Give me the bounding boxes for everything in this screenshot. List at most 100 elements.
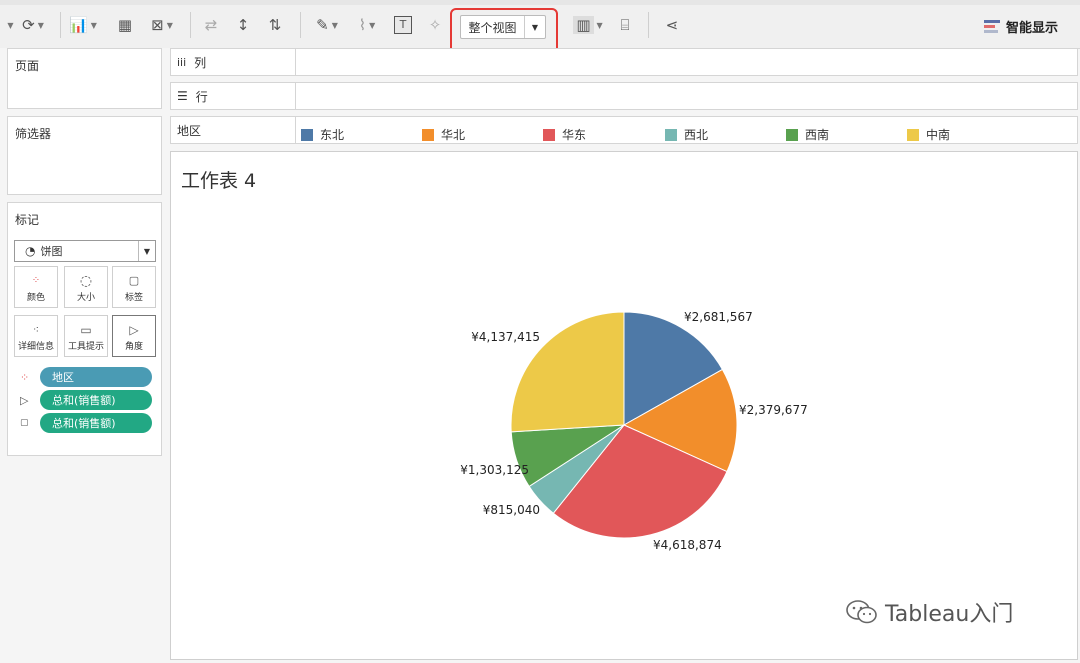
- pin-icon[interactable]: ✧: [424, 12, 446, 38]
- data-label: ¥2,681,567: [684, 310, 753, 324]
- columns-shelf-label: iii 列: [171, 49, 296, 75]
- title-strip: [0, 0, 1080, 5]
- sum-sales-label-pill[interactable]: 总和(销售额): [40, 413, 152, 433]
- detail-button-label: 详细信息: [17, 341, 54, 352]
- legend-swatch: [301, 128, 313, 141]
- rows-icon: ☰: [177, 89, 188, 103]
- columns-label: 列: [194, 55, 207, 70]
- columns-shelf[interactable]: iii 列: [170, 48, 1078, 76]
- data-label: ¥1,303,125: [460, 463, 529, 477]
- tooltip-button[interactable]: ▭ 工具提示: [64, 315, 108, 357]
- mark-pill-region[interactable]: ⁘ 地区: [20, 367, 152, 387]
- highlight-icon[interactable]: ✎ ▼: [310, 12, 344, 38]
- data-label: ¥4,618,874: [653, 538, 722, 552]
- smart-show-icon: [984, 18, 1000, 35]
- legend-label: 西北: [684, 128, 709, 142]
- worksheet-view: 工作表 4 ¥2,681,567 ¥2,379,677 ¥4,618,874 ¥815…: [170, 151, 1078, 660]
- pie-icon: ◔: [25, 244, 36, 258]
- show-cards-icon[interactable]: ▥ ▼: [570, 12, 606, 38]
- angle-button-label: 角度: [124, 341, 143, 352]
- data-label: ¥4,137,415: [471, 330, 540, 344]
- legend-label: 华北: [441, 128, 466, 142]
- smart-show-label: 智能显示: [1006, 20, 1059, 36]
- share-icon[interactable]: ⋖: [660, 12, 684, 38]
- data-label: ¥2,379,677: [739, 403, 808, 417]
- legend-item[interactable]: 华东: [543, 126, 586, 143]
- color-button-label: 颜色: [26, 292, 45, 303]
- pages-card[interactable]: 页面: [7, 48, 162, 109]
- angle-button[interactable]: ▷ 角度: [112, 315, 156, 357]
- toolbar-separator: [648, 12, 649, 38]
- smart-show-button[interactable]: 智能显示: [984, 16, 1058, 36]
- wechat-icon: [846, 600, 877, 624]
- legend-item[interactable]: 西北: [665, 126, 708, 143]
- mark-pill-angle[interactable]: ▷ 总和(销售额): [20, 390, 152, 410]
- color-legend: 地区 东北 华北 华东 西北 西南 中南: [170, 116, 1078, 144]
- legend-item[interactable]: 中南: [907, 126, 950, 143]
- show-labels-icon[interactable]: T: [390, 12, 416, 38]
- left-panel: 页面 筛选器 标记 ◔ 饼图 ▼ ⁘ 颜色 ◌ 大小 ▢ 标签 ⁖ 详细信息 ▭…: [0, 48, 170, 663]
- label-icon: ▢: [20, 418, 29, 428]
- color-dots-icon: ⁘: [20, 370, 30, 384]
- rows-shelf[interactable]: ☰ 行: [170, 82, 1078, 110]
- filters-card[interactable]: 筛选器: [7, 116, 162, 195]
- legend-title: 地区: [171, 117, 296, 143]
- legend-swatch: [786, 128, 798, 141]
- marks-title: 标记: [15, 213, 40, 227]
- legend-swatch: [907, 128, 919, 141]
- legend-swatch: [665, 128, 677, 141]
- columns-icon: iii: [177, 55, 187, 69]
- legend-label: 东北: [320, 128, 345, 142]
- chevron-down-icon: ▼: [138, 241, 155, 261]
- label-button-label: 标签: [124, 292, 143, 303]
- filters-title: 筛选器: [15, 127, 52, 141]
- color-button[interactable]: ⁘ 颜色: [14, 266, 58, 308]
- toolbar-separator: [60, 12, 61, 38]
- angle-icon: ▷: [129, 322, 139, 337]
- sort-ascending-icon[interactable]: ↕: [230, 12, 256, 38]
- swap-icon[interactable]: ⇄: [198, 12, 224, 38]
- detail-button[interactable]: ⁖ 详细信息: [14, 315, 58, 357]
- legend-label: 华东: [562, 128, 587, 142]
- duplicate-sheet-icon[interactable]: ▦: [112, 12, 138, 38]
- legend-swatch: [543, 128, 555, 141]
- marks-card: 标记 ◔ 饼图 ▼ ⁘ 颜色 ◌ 大小 ▢ 标签 ⁖ 详细信息 ▭ 工具提示 ▷…: [7, 202, 162, 456]
- color-dots-icon: ⁘: [31, 274, 41, 286]
- detail-icon: ⁖: [32, 322, 40, 336]
- sum-sales-angle-pill[interactable]: 总和(销售额): [40, 390, 152, 410]
- label-button[interactable]: ▢ 标签: [112, 266, 156, 308]
- pie-chart: ¥2,681,567 ¥2,379,677 ¥4,618,874 ¥815,040 ¥1…: [460, 310, 808, 552]
- legend-item[interactable]: 华北: [422, 126, 465, 143]
- legend-label: 西南: [805, 128, 830, 142]
- show-labels-glyph: T: [394, 16, 412, 34]
- new-worksheet-icon[interactable]: 📊 ▼: [68, 12, 98, 38]
- mark-type-dropdown[interactable]: ◔ 饼图 ▼: [14, 240, 156, 262]
- rows-label: 行: [195, 89, 208, 104]
- toolbar-separator: [190, 12, 191, 38]
- size-button-label: 大小: [76, 292, 95, 303]
- watermark-text: Tableau入门: [885, 602, 1014, 627]
- legend-swatch: [422, 128, 434, 141]
- tooltip-button-label: 工具提示: [67, 341, 104, 352]
- region-pill[interactable]: 地区: [40, 367, 152, 387]
- legend-item[interactable]: 西南: [786, 126, 829, 143]
- refresh-icon[interactable]: ⟳ ▼: [18, 12, 48, 38]
- rows-shelf-label: ☰ 行: [171, 83, 296, 109]
- mark-type-label: 饼图: [40, 245, 63, 258]
- sort-descending-icon[interactable]: ⇅: [262, 12, 288, 38]
- clear-sheet-icon[interactable]: ⊠ ▼: [144, 12, 180, 38]
- pages-title: 页面: [15, 59, 40, 73]
- dropdown-arrow-icon[interactable]: ▼: [2, 12, 16, 38]
- legend-item[interactable]: 东北: [301, 126, 344, 143]
- mark-pill-label[interactable]: ▢ 总和(销售额): [20, 413, 152, 433]
- legend-label: 中南: [926, 128, 951, 142]
- data-label: ¥815,040: [483, 503, 540, 517]
- size-icon: ◌: [79, 272, 93, 289]
- paperclip-icon[interactable]: ⌇ ▼: [350, 12, 384, 38]
- tooltip-icon: ▭: [80, 322, 92, 337]
- angle-icon: ▷: [20, 393, 29, 407]
- watermark: Tableau入门: [845, 596, 1013, 628]
- size-button[interactable]: ◌ 大小: [64, 266, 108, 308]
- label-icon: ▢: [128, 273, 140, 287]
- presentation-icon[interactable]: ⌸: [612, 12, 638, 38]
